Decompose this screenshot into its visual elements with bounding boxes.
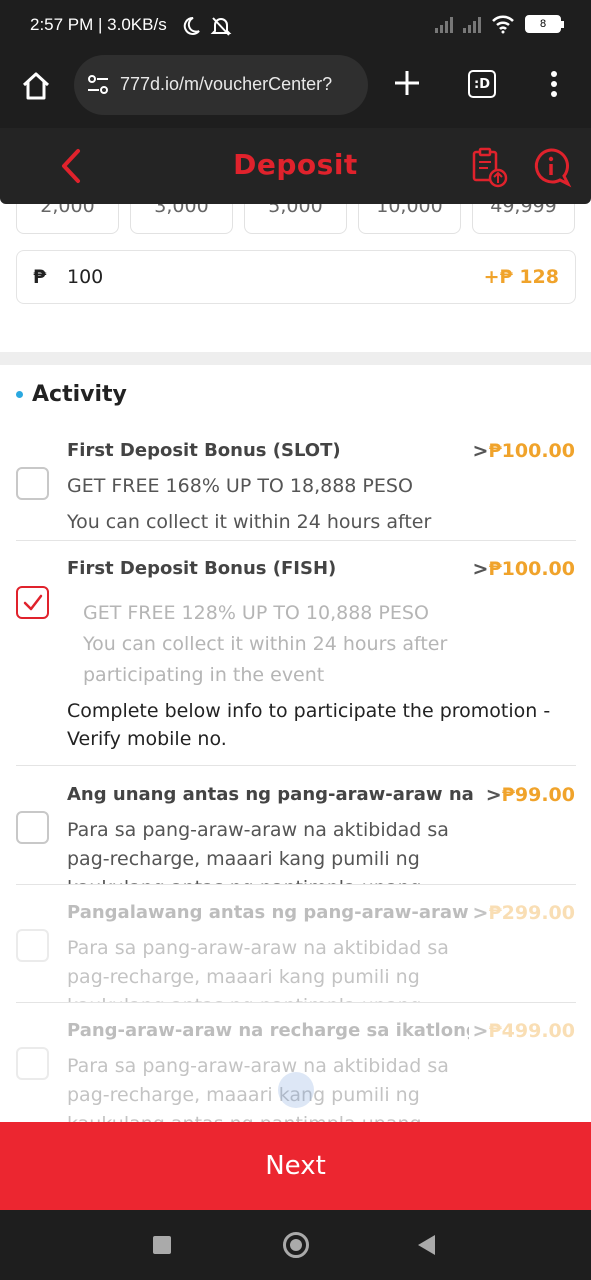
promo-title: Ang unang antas ng pang-araw-araw na bbox=[67, 784, 474, 805]
next-button[interactable]: Next bbox=[0, 1122, 591, 1210]
promo-checkbox[interactable] bbox=[16, 467, 49, 500]
promo-checkbox[interactable] bbox=[16, 1047, 49, 1080]
browser-toolbar: 777d.io/m/voucherCenter? :D bbox=[0, 52, 591, 128]
promo-amount: >₱499.00 bbox=[468, 1020, 575, 1042]
status-bar: 2:57 PM | 3.0KB/s 8 bbox=[0, 0, 591, 52]
wifi-icon bbox=[492, 15, 514, 34]
promo-title: First Deposit Bonus (FISH) bbox=[67, 558, 337, 579]
info-bubble-icon[interactable] bbox=[530, 146, 572, 190]
promo-item-daily-level-1[interactable]: Ang unang antas ng pang-araw-araw na >₱9… bbox=[0, 784, 591, 884]
promo-item-fish[interactable]: First Deposit Bonus (FISH) >₱100.00 GET … bbox=[0, 558, 591, 764]
promo-amount: >₱99.00 bbox=[481, 784, 575, 806]
signal-icon bbox=[435, 15, 453, 33]
more-vertical-icon[interactable] bbox=[546, 68, 562, 100]
recents-icon[interactable] bbox=[153, 1236, 171, 1254]
amount-input[interactable]: ₱ 100 +₱ 128 bbox=[16, 250, 576, 304]
do-not-disturb-moon-icon bbox=[183, 16, 200, 35]
promo-title: Pang-araw-araw na recharge sa ikatlong bbox=[67, 1020, 479, 1041]
address-bar[interactable]: 777d.io/m/voucherCenter? bbox=[74, 55, 368, 115]
battery-icon: 8 bbox=[525, 15, 564, 33]
promo-title: Pangalawang antas ng pang-araw-araw bbox=[67, 902, 469, 923]
promo-checkbox-checked[interactable] bbox=[16, 586, 49, 619]
home-icon[interactable] bbox=[20, 70, 52, 102]
bullet-dot-icon bbox=[16, 391, 23, 398]
status-icons: 8 bbox=[435, 14, 564, 34]
promo-amount: >₱100.00 bbox=[468, 440, 575, 462]
promo-checkbox[interactable] bbox=[16, 811, 49, 844]
plus-icon[interactable] bbox=[392, 66, 422, 100]
currency-symbol: ₱ bbox=[33, 266, 47, 288]
home-circle-icon[interactable] bbox=[283, 1232, 309, 1258]
promo-divider bbox=[16, 765, 576, 766]
promo-checkbox[interactable] bbox=[16, 929, 49, 962]
signal-icon-2 bbox=[463, 15, 481, 33]
promo-description: Para sa pang-araw-araw na aktibidad sa p… bbox=[67, 1055, 449, 1122]
amount-bonus: +₱ 128 bbox=[483, 266, 559, 288]
bell-off-icon bbox=[210, 17, 232, 36]
status-time: 2:57 PM | 3.0KB/s bbox=[30, 15, 167, 34]
promo-item-daily-level-2[interactable]: Pangalawang antas ng pang-araw-araw >₱29… bbox=[0, 902, 591, 1002]
activity-heading: Activity bbox=[16, 382, 127, 407]
touch-indicator bbox=[278, 1072, 314, 1108]
promo-divider bbox=[16, 540, 576, 541]
promo-description: Para sa pang-araw-araw na aktibidad sa p… bbox=[67, 819, 449, 884]
activity-title: Activity bbox=[32, 382, 127, 407]
amount-value[interactable]: 100 bbox=[67, 266, 103, 288]
system-nav-bar bbox=[0, 1210, 591, 1280]
promo-description: GET FREE 128% UP TO 10,888 PESO You can … bbox=[83, 602, 448, 686]
promo-divider bbox=[16, 1002, 576, 1003]
section-divider bbox=[0, 352, 591, 365]
tune-icon[interactable] bbox=[86, 74, 110, 96]
promo-amount: >₱299.00 bbox=[468, 902, 575, 924]
back-triangle-icon[interactable] bbox=[418, 1235, 435, 1255]
page-header: Deposit bbox=[0, 128, 591, 204]
promo-description: GET FREE 168% UP TO 18,888 PESO You can … bbox=[67, 475, 432, 533]
promo-description: Para sa pang-araw-araw na aktibidad sa p… bbox=[67, 937, 449, 1002]
url-text[interactable]: 777d.io/m/voucherCenter? bbox=[120, 74, 332, 95]
deposit-record-icon[interactable] bbox=[468, 146, 512, 190]
promo-title: First Deposit Bonus (SLOT) bbox=[67, 440, 341, 461]
tabs-icon[interactable]: :D bbox=[468, 70, 496, 98]
promo-item-slot[interactable]: First Deposit Bonus (SLOT) >₱100.00 GET … bbox=[0, 440, 591, 540]
check-icon bbox=[23, 594, 43, 611]
promo-divider bbox=[16, 884, 576, 885]
promo-note: Complete below info to participate the p… bbox=[67, 700, 551, 750]
promo-amount: >₱100.00 bbox=[468, 558, 575, 580]
